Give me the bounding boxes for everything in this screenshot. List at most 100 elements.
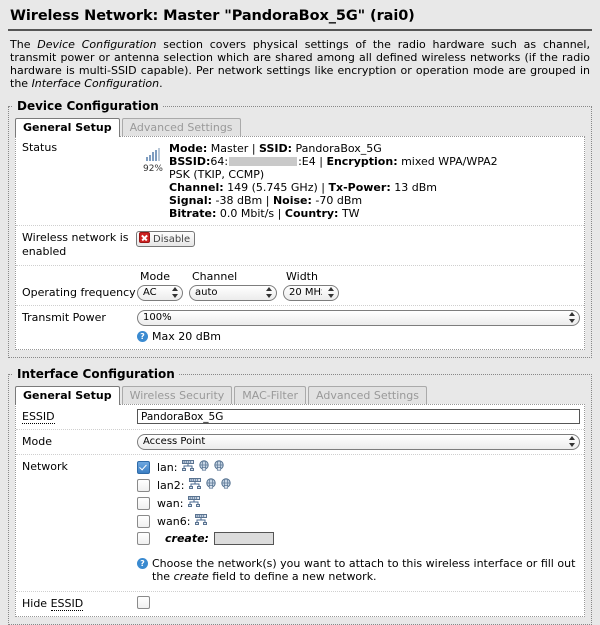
- interface-mode-select[interactable]: Access Point: [137, 434, 580, 450]
- tab-mac-filter[interactable]: MAC-Filter: [234, 386, 306, 404]
- status-value-signal: -38 dBm: [215, 194, 263, 207]
- ethernet-icon: [195, 514, 208, 528]
- network-name-wan6: wan6:: [157, 514, 191, 528]
- network-create-label: create:: [165, 532, 209, 545]
- tab-device-general-setup[interactable]: General Setup: [15, 118, 120, 137]
- intro-text-3: .: [159, 77, 163, 90]
- page-title: Wireless Network: Master "PandoraBox_5G"…: [8, 6, 592, 31]
- status-line-bitrate-country: Bitrate: 0.0 Mbit/s | Country: TW: [169, 207, 498, 220]
- status-value-bssid-prefix: 64:: [210, 155, 229, 168]
- status-key-country: Country:: [284, 207, 339, 220]
- network-checkbox-lan[interactable]: [137, 460, 150, 474]
- device-configuration-panel: Status 92% Mode: Master | SSID: PandoraB…: [15, 136, 585, 350]
- frequency-mode-header: Mode: [140, 270, 170, 283]
- frequency-channel-header: Channel: [192, 270, 238, 283]
- frequency-channel-select[interactable]: auto: [189, 285, 277, 301]
- transmit-power-row: Transmit Power 100% ? Max 20 dBm: [16, 306, 584, 349]
- frequency-channel-select-wrap: auto: [189, 285, 277, 301]
- tab-wireless-security[interactable]: Wireless Security: [121, 386, 233, 404]
- network-controls: lan: lan2: wan: wan6: create: ? Choose t…: [137, 459, 580, 585]
- frequency-mode-select[interactable]: AC: [137, 285, 183, 301]
- network-item-lan2: lan2:: [137, 478, 580, 492]
- frequency-mode-select-wrap: AC: [137, 285, 183, 301]
- device-icon: [220, 478, 232, 492]
- delete-icon: [139, 232, 150, 243]
- status-separator: |: [321, 181, 325, 194]
- essid-label: ESSID: [22, 409, 137, 424]
- frequency-width-header: Width: [286, 270, 318, 283]
- interface-configuration-legend: Interface Configuration: [17, 367, 175, 381]
- interface-mode-label: Mode: [22, 435, 52, 448]
- help-icon: ?: [137, 558, 148, 569]
- transmit-power-select[interactable]: 100%: [137, 310, 580, 326]
- essid-input[interactable]: [137, 409, 580, 424]
- frequency-width-select[interactable]: 20 MHz: [283, 285, 339, 301]
- network-name-wan: wan:: [157, 496, 184, 510]
- disable-wireless-button[interactable]: Disable: [136, 231, 196, 247]
- status-value-bitrate: 0.0 Mbit/s: [219, 207, 275, 220]
- network-hint-emphasis: create: [173, 570, 209, 583]
- device-icon: [205, 478, 217, 492]
- status-line-bssid-encryption: BSSID:64::E4 | Encryption: mixed WPA/WPA…: [169, 155, 498, 168]
- essid-label-abbr: ESSID: [22, 410, 55, 424]
- status-value-noise: -70 dBm: [315, 194, 363, 207]
- device-icon: [198, 460, 210, 474]
- hide-essid-label-prefix: Hide: [22, 597, 51, 610]
- status-line-mode-ssid: Mode: Master | SSID: PandoraBox_5G: [169, 142, 498, 155]
- transmit-power-label: Transmit Power: [22, 311, 106, 324]
- ethernet-icon: [188, 496, 201, 510]
- ethernet-icon: [182, 460, 195, 474]
- status-row: Status 92% Mode: Master | SSID: PandoraB…: [16, 137, 584, 226]
- network-checkbox-create[interactable]: [137, 532, 150, 545]
- ethernet-icon: [189, 478, 202, 492]
- status-value-txpower: 13 dBm: [394, 181, 437, 194]
- operating-frequency-row: Operating frequency Mode AC Channel auto…: [16, 266, 584, 306]
- page-description: The Device Configuration section covers …: [10, 38, 590, 90]
- interface-configuration-panel: ESSID Mode Access Point Network: [15, 404, 585, 617]
- disable-button-label: Disable: [153, 234, 191, 245]
- frequency-width-group: Width 20 MHz: [283, 270, 339, 301]
- status-key-bssid: BSSID:: [169, 155, 211, 168]
- operating-frequency-controls: Mode AC Channel auto Width 20 MHz: [137, 270, 580, 301]
- status-line-encryption-cont: PSK (TKIP, CCMP): [169, 168, 265, 181]
- operating-frequency-label: Operating frequency: [22, 286, 136, 299]
- status-separator: |: [251, 142, 256, 155]
- network-name-lan: lan:: [157, 460, 178, 474]
- network-create-input[interactable]: [213, 532, 274, 545]
- device-icon: [213, 460, 225, 474]
- transmit-power-controls: 100% ? Max 20 dBm: [137, 310, 580, 345]
- network-checkbox-wan[interactable]: [137, 496, 150, 510]
- interface-mode-field-wrap: Access Point: [137, 434, 580, 450]
- help-icon: ?: [137, 331, 148, 342]
- status-separator: |: [265, 194, 270, 207]
- network-checkbox-lan2[interactable]: [137, 478, 150, 492]
- wireless-enable-action: Disable: [136, 230, 580, 247]
- network-row: Network lan: lan2: wan: wan6: create: ? …: [16, 455, 584, 592]
- tab-device-advanced-settings[interactable]: Advanced Settings: [121, 118, 241, 136]
- hide-essid-row: Hide ESSID: [16, 592, 584, 616]
- status-key-ssid: SSID:: [259, 142, 293, 155]
- interface-configuration-fieldset: Interface Configuration General Setup Wi…: [8, 367, 592, 625]
- hide-essid-checkbox[interactable]: [137, 596, 150, 609]
- transmit-power-hint: ? Max 20 dBm: [137, 326, 580, 345]
- status-key-mode: Mode:: [169, 142, 208, 155]
- status-value-country: TW: [341, 207, 360, 220]
- network-checkbox-wan6[interactable]: [137, 514, 150, 528]
- frequency-width-select-wrap: 20 MHz: [283, 285, 339, 301]
- status-value-bssid-suffix: :E4: [298, 155, 316, 168]
- wireless-config-page: Wireless Network: Master "PandoraBox_5G"…: [0, 0, 600, 625]
- status-details: Mode: Master | SSID: PandoraBox_5G BSSID…: [169, 141, 498, 220]
- network-item-create: create:: [137, 532, 580, 545]
- tab-interface-general-setup[interactable]: General Setup: [15, 386, 120, 405]
- network-hint-text: Choose the network(s) you want to attach…: [152, 557, 580, 583]
- status-separator: |: [319, 155, 323, 168]
- status-value-channel: 149 (5.745 GHz): [227, 181, 318, 194]
- hide-essid-label: Hide ESSID: [22, 596, 137, 611]
- network-checkbox-list: lan: lan2: wan: wan6: create:: [137, 459, 580, 545]
- bssid-redaction-block: [229, 157, 298, 166]
- status-separator: |: [277, 207, 282, 220]
- signal-percent-label: 92%: [142, 164, 163, 174]
- signal-bars-icon: [145, 148, 161, 161]
- tab-interface-advanced-settings[interactable]: Advanced Settings: [308, 386, 427, 404]
- hide-essid-label-abbr: ESSID: [50, 597, 84, 611]
